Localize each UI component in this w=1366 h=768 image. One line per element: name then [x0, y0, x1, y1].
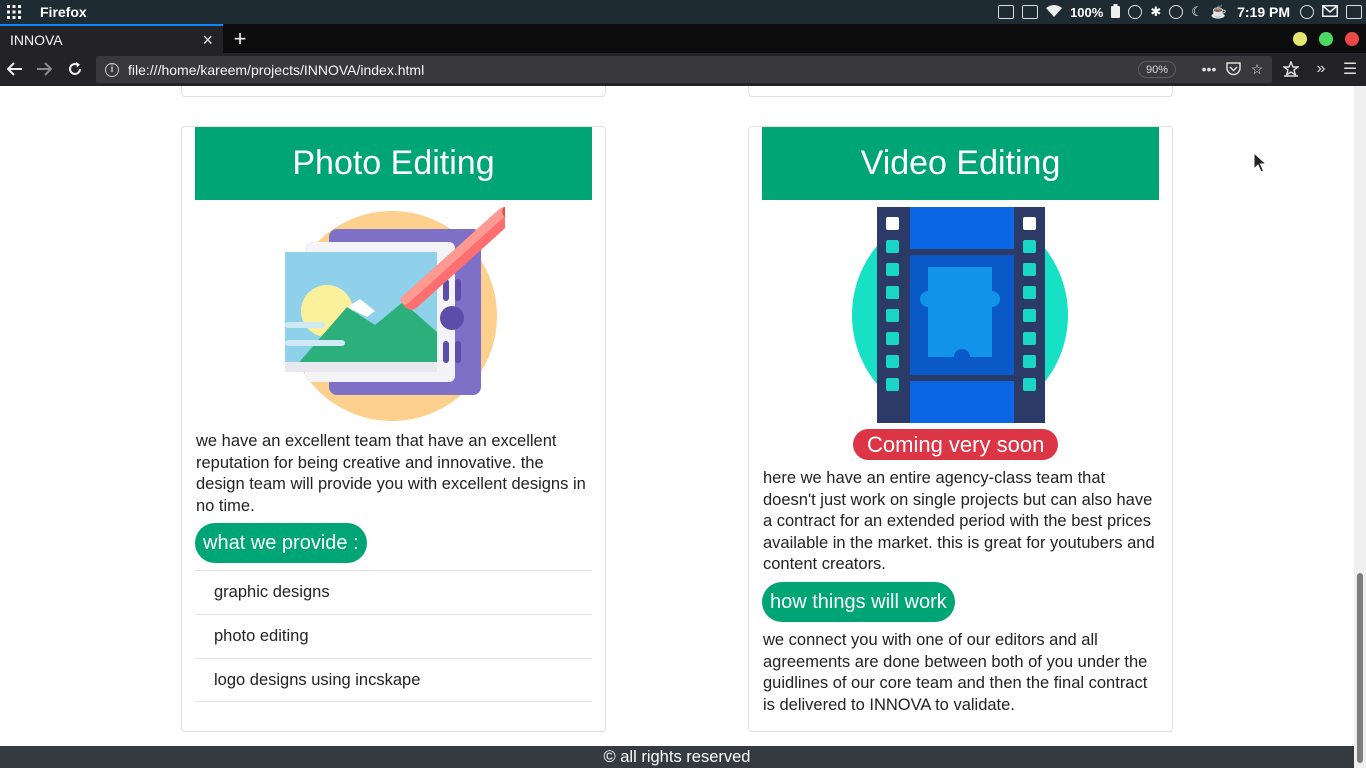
bookmark-star-icon[interactable]: ☆ — [1248, 60, 1266, 78]
page-actions-icon[interactable]: ••• — [1200, 60, 1218, 78]
night-light-icon[interactable]: ☾ — [1191, 4, 1203, 20]
minimize-button[interactable] — [1293, 32, 1307, 46]
list-item: photo editing — [195, 614, 592, 658]
zoom-level[interactable]: 90% — [1138, 61, 1177, 78]
face-icon[interactable] — [1169, 5, 1184, 19]
active-app-name: Firefox — [40, 4, 87, 20]
photo-editing-card: Photo Editing we have an excellent team … — [181, 126, 606, 732]
power-icon[interactable] — [1300, 5, 1314, 19]
list-item: graphic designs — [195, 570, 592, 614]
forward-button[interactable] — [32, 57, 56, 81]
card-title: Video Editing — [762, 127, 1159, 200]
screenshot-icon[interactable] — [1346, 5, 1362, 19]
photo-editing-description: we have an excellent team that have an e… — [196, 432, 586, 515]
maximize-button[interactable] — [1319, 32, 1333, 46]
tab-title: INNOVA — [10, 31, 63, 48]
volume-icon[interactable] — [1128, 5, 1143, 19]
video-editing-card: Video Editing Coming very soon here we h… — [748, 126, 1173, 732]
mail-icon[interactable] — [1322, 4, 1338, 20]
new-tab-button[interactable]: + — [229, 24, 251, 53]
back-button[interactable] — [3, 57, 27, 81]
url-bar[interactable]: i file:///home/kareem/projects/INNOVA/in… — [96, 56, 1272, 83]
battery-icon[interactable] — [1111, 3, 1121, 21]
tray-app-icon[interactable] — [998, 5, 1015, 19]
list-item: logo designs using incskape — [195, 658, 592, 702]
site-info-icon[interactable]: i — [105, 62, 119, 77]
overflow-chevron-icon[interactable]: » — [1311, 59, 1331, 79]
scrollbar-thumb[interactable] — [1357, 573, 1363, 763]
mouse-cursor-icon — [1253, 152, 1267, 173]
card-title: Photo Editing — [195, 127, 592, 200]
previous-card-left — [181, 86, 606, 97]
what-we-provide-pill: what we provide : — [195, 523, 367, 563]
apps-grid-icon[interactable] — [2, 0, 26, 24]
pocket-icon[interactable] — [1224, 60, 1242, 78]
tab-innova[interactable]: INNOVA × — [0, 24, 223, 53]
tab-close-icon[interactable]: × — [202, 30, 213, 51]
previous-card-right — [748, 86, 1173, 97]
wifi-icon[interactable] — [1046, 4, 1063, 20]
bluetooth-icon[interactable]: ✱ — [1150, 4, 1161, 20]
hamburger-menu-icon[interactable]: ☰ — [1340, 59, 1360, 79]
how-things-work-description: we connect you with one of our editors a… — [763, 631, 1148, 714]
page-content: Photo Editing we have an excellent team … — [0, 86, 1354, 746]
coming-soon-badge: Coming very soon — [853, 429, 1059, 460]
services-list: graphic designs photo editing logo desig… — [195, 570, 592, 702]
library-icon[interactable] — [1281, 59, 1301, 79]
photo-editing-illustration — [285, 207, 505, 421]
tab-strip: INNOVA × + — [0, 24, 1366, 53]
reload-button[interactable] — [63, 57, 87, 81]
page-footer: © all rights reserved — [0, 746, 1354, 768]
page-scrollbar[interactable] — [1354, 86, 1366, 768]
video-editing-illustration — [852, 207, 1068, 423]
battery-percent: 100% — [1070, 4, 1104, 20]
system-top-bar: Firefox 100% ✱ ☾ ☕ 7:19 PM — [0, 0, 1366, 24]
coffee-icon[interactable]: ☕ — [1211, 4, 1227, 20]
navigation-bar: i file:///home/kareem/projects/INNOVA/in… — [0, 53, 1366, 86]
close-window-button[interactable] — [1345, 32, 1359, 46]
clock[interactable]: 7:19 PM — [1237, 4, 1290, 20]
how-things-work-pill: how things will work — [762, 582, 955, 622]
video-editing-description: here we have an entire agency-class team… — [763, 469, 1155, 573]
url-text[interactable]: file:///home/kareem/projects/INNOVA/inde… — [128, 62, 424, 78]
tray-k-icon[interactable] — [1022, 5, 1039, 19]
